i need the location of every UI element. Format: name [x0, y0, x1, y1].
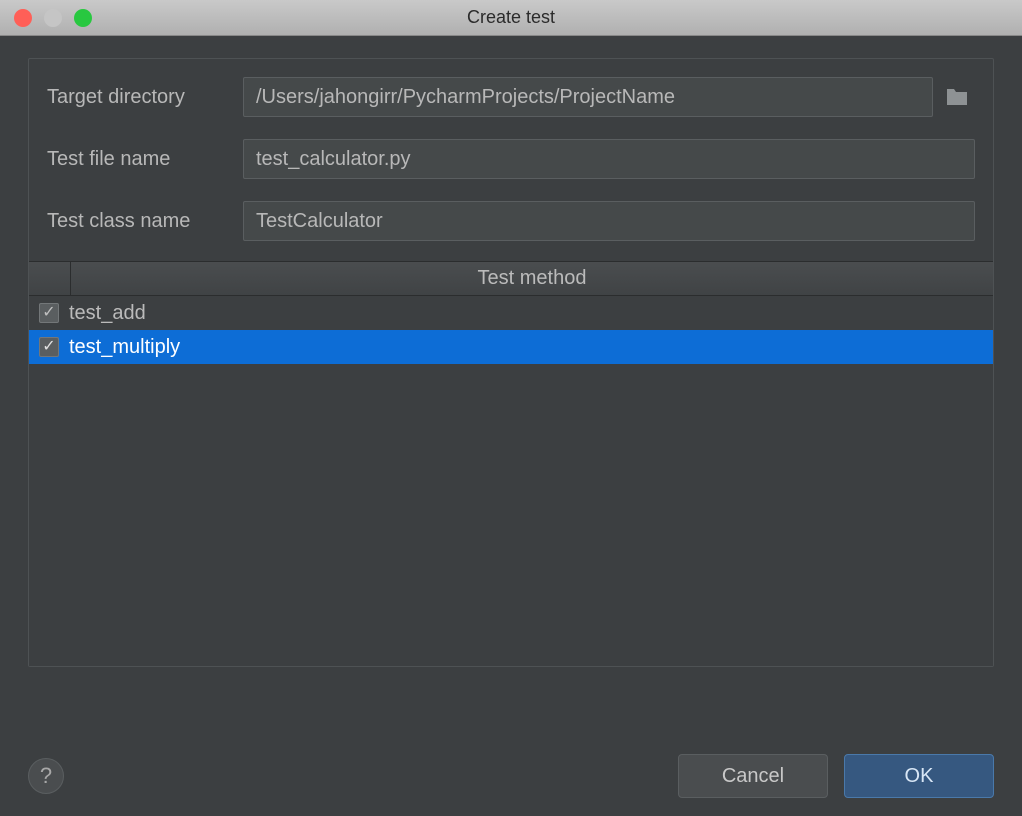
table-checkbox-column-header[interactable] [29, 262, 71, 295]
table-method-column-header[interactable]: Test method [71, 267, 993, 290]
spacer [28, 667, 994, 736]
window-close-button[interactable] [14, 9, 32, 27]
window-maximize-button[interactable] [74, 9, 92, 27]
method-checkbox[interactable] [39, 337, 59, 357]
button-bar: ? Cancel OK [28, 736, 994, 798]
browse-directory-button[interactable] [939, 77, 975, 117]
target-directory-label: Target directory [47, 86, 243, 109]
help-button[interactable]: ? [28, 758, 64, 794]
folder-icon [945, 87, 969, 107]
target-directory-input[interactable]: /Users/jahongirr/PycharmProjects/Project… [243, 77, 933, 117]
window-minimize-button[interactable] [44, 9, 62, 27]
method-checkbox[interactable] [39, 303, 59, 323]
form-section: Target directory /Users/jahongirr/Pychar… [28, 58, 994, 667]
method-label: test_add [69, 302, 146, 325]
test-methods-table: Test method test_add test_multiply [29, 261, 993, 666]
table-row[interactable]: test_add [29, 296, 993, 330]
ok-button[interactable]: OK [844, 754, 994, 798]
dialog-body: Target directory /Users/jahongirr/Pychar… [0, 36, 1022, 816]
form-fields: Target directory /Users/jahongirr/Pychar… [47, 77, 975, 261]
test-file-name-input[interactable]: test_calculator.py [243, 139, 975, 179]
cancel-button[interactable]: Cancel [678, 754, 828, 798]
test-class-name-input[interactable]: TestCalculator [243, 201, 975, 241]
window-title: Create test [467, 7, 555, 28]
test-class-name-label: Test class name [47, 210, 243, 233]
method-label: test_multiply [69, 336, 180, 359]
window-controls [14, 9, 92, 27]
titlebar[interactable]: Create test [0, 0, 1022, 36]
test-file-name-label: Test file name [47, 148, 243, 171]
table-header: Test method [29, 262, 993, 296]
table-row[interactable]: test_multiply [29, 330, 993, 364]
table-rows: test_add test_multiply [29, 296, 993, 666]
